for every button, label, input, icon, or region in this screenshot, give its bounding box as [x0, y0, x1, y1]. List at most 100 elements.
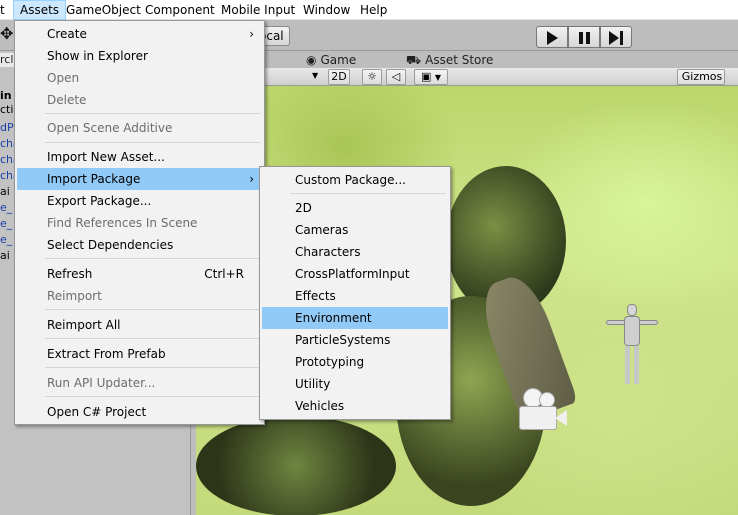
menu-separator	[290, 193, 446, 194]
menu-separator	[45, 309, 260, 310]
lighting-toggle[interactable]: ☼	[362, 69, 382, 85]
menu-item-open[interactable]: Open	[17, 67, 262, 89]
pause-button[interactable]	[568, 26, 600, 48]
menu-separator	[45, 338, 260, 339]
sun-icon: ☼	[367, 70, 377, 83]
character-legs	[625, 346, 639, 384]
menu-edit[interactable]: t	[0, 0, 11, 20]
menu-item-cameras[interactable]: Cameras	[262, 219, 448, 241]
menu-bar: t Assets GameObject Component Mobile Inp…	[0, 0, 738, 20]
menu-item-2d[interactable]: 2D	[262, 197, 448, 219]
menu-item-environment[interactable]: Environment	[262, 307, 448, 329]
hierarchy-item[interactable]: cha	[0, 137, 14, 151]
menu-item-create[interactable]: Create ›	[17, 23, 262, 45]
menu-separator	[45, 142, 260, 143]
chevron-down-icon[interactable]: ▼	[312, 71, 318, 80]
gizmos-label: Gizmos	[681, 70, 723, 83]
menu-item-label: Create	[47, 27, 87, 41]
hierarchy-item[interactable]: cha	[0, 153, 14, 167]
hierarchy-item[interactable]: dP	[0, 121, 14, 135]
chevron-right-icon: ›	[249, 172, 254, 186]
menu-item-crossplatforminput[interactable]: CrossPlatformInput	[262, 263, 448, 285]
menu-item-prototyping[interactable]: Prototyping	[262, 351, 448, 373]
menu-separator	[45, 396, 260, 397]
tab-asset-store[interactable]: ⛟ Asset Store	[406, 52, 493, 68]
character-body	[624, 316, 640, 346]
image-icon: ▣	[420, 70, 432, 83]
pause-icon	[579, 32, 583, 44]
menu-separator	[45, 113, 260, 114]
menu-item-run-api-updater[interactable]: Run API Updater...	[17, 372, 262, 394]
menu-window[interactable]: Window	[297, 0, 356, 20]
hierarchy-panel: rcl in cti dP cha cha cha ai e_ e_ e_ ai	[0, 51, 14, 515]
assets-menu: Create › Show in Explorer Open Delete Ope…	[14, 20, 265, 425]
menu-assets[interactable]: Assets	[13, 0, 67, 20]
menu-item-label: Refresh	[47, 267, 93, 281]
menu-item-vehicles[interactable]: Vehicles	[262, 395, 448, 417]
menu-item-import-package[interactable]: Import Package ›	[17, 168, 262, 190]
play-icon	[547, 31, 558, 45]
mode-2d-toggle[interactable]: 2D	[328, 69, 350, 85]
hierarchy-item[interactable]: in	[0, 89, 14, 103]
hierarchy-item[interactable]: e_	[0, 217, 14, 231]
menu-item-extract-from-prefab[interactable]: Extract From Prefab	[17, 343, 262, 365]
menu-component[interactable]: Component	[139, 0, 221, 20]
menu-item-select-dependencies[interactable]: Select Dependencies	[17, 234, 262, 256]
menu-item-particlesystems[interactable]: ParticleSystems	[262, 329, 448, 351]
hierarchy-item[interactable]: cti	[0, 103, 14, 117]
move-tool-icon[interactable]: ✥	[0, 24, 14, 44]
shortcut-label: Ctrl+R	[204, 267, 244, 281]
hierarchy-item[interactable]: e_	[0, 201, 14, 215]
tree-foliage	[196, 416, 396, 515]
step-icon	[609, 31, 619, 45]
menu-item-find-references[interactable]: Find References In Scene	[17, 212, 262, 234]
view-tabs: ◉ Game ⛟ Asset Store	[196, 51, 738, 68]
hierarchy-item[interactable]: e_	[0, 233, 14, 247]
menu-item-custom-package[interactable]: Custom Package...	[262, 169, 448, 191]
effects-dropdown[interactable]: ▣ ▼	[414, 69, 448, 85]
menu-gameobject[interactable]: GameObject	[60, 0, 147, 20]
chevron-right-icon: ›	[249, 27, 254, 41]
camera-gizmo-icon[interactable]	[511, 388, 571, 438]
menu-item-export-package[interactable]: Export Package...	[17, 190, 262, 212]
menu-item-show-in-explorer[interactable]: Show in Explorer	[17, 45, 262, 67]
menu-item-refresh[interactable]: Refresh Ctrl+R	[17, 263, 262, 285]
menu-separator	[45, 367, 260, 368]
game-icon: ◉	[306, 53, 317, 67]
menu-item-import-new-asset[interactable]: Import New Asset...	[17, 146, 262, 168]
menu-separator	[45, 258, 260, 259]
scene-toolbar: ▼ 2D ☼ ◁ ▣ ▼ Gizmos ▼	[196, 68, 738, 96]
step-icon-bar	[620, 31, 623, 45]
hierarchy-search-input[interactable]: rcl	[0, 53, 14, 67]
character-model[interactable]	[606, 304, 658, 386]
menu-item-utility[interactable]: Utility	[262, 373, 448, 395]
character-head	[627, 304, 637, 316]
menu-help[interactable]: Help	[354, 0, 393, 20]
menu-item-effects[interactable]: Effects	[262, 285, 448, 307]
menu-item-open-csharp-project[interactable]: Open C# Project	[17, 401, 262, 423]
chevron-down-icon: ▼	[434, 73, 442, 82]
store-icon: ⛟	[406, 53, 422, 67]
menu-mobile-input[interactable]: Mobile Input	[215, 0, 301, 20]
import-package-submenu: Custom Package... 2D Cameras Characters …	[259, 166, 451, 420]
tab-asset-store-label: Asset Store	[425, 53, 494, 67]
hierarchy-item[interactable]: ai	[0, 249, 14, 263]
audio-toggle[interactable]: ◁	[386, 69, 406, 85]
play-button[interactable]	[536, 26, 568, 48]
menu-item-reimport-all[interactable]: Reimport All	[17, 314, 262, 336]
menu-item-label: Import Package	[47, 172, 141, 186]
pause-icon-bar	[586, 32, 590, 44]
step-button[interactable]	[600, 26, 632, 48]
hierarchy-item[interactable]: cha	[0, 169, 14, 183]
hierarchy-item[interactable]: ai	[0, 185, 14, 199]
menu-item-delete[interactable]: Delete	[17, 89, 262, 111]
camera-lens	[555, 410, 567, 426]
playback-controls	[536, 26, 632, 48]
tab-game[interactable]: ◉ Game	[306, 52, 356, 68]
menu-item-characters[interactable]: Characters	[262, 241, 448, 263]
menu-item-reimport[interactable]: Reimport	[17, 285, 262, 307]
gizmos-dropdown[interactable]: Gizmos ▼	[677, 69, 725, 96]
menu-item-open-scene-additive[interactable]: Open Scene Additive	[17, 117, 262, 139]
speaker-icon: ◁	[391, 70, 401, 83]
camera-body	[519, 406, 557, 430]
